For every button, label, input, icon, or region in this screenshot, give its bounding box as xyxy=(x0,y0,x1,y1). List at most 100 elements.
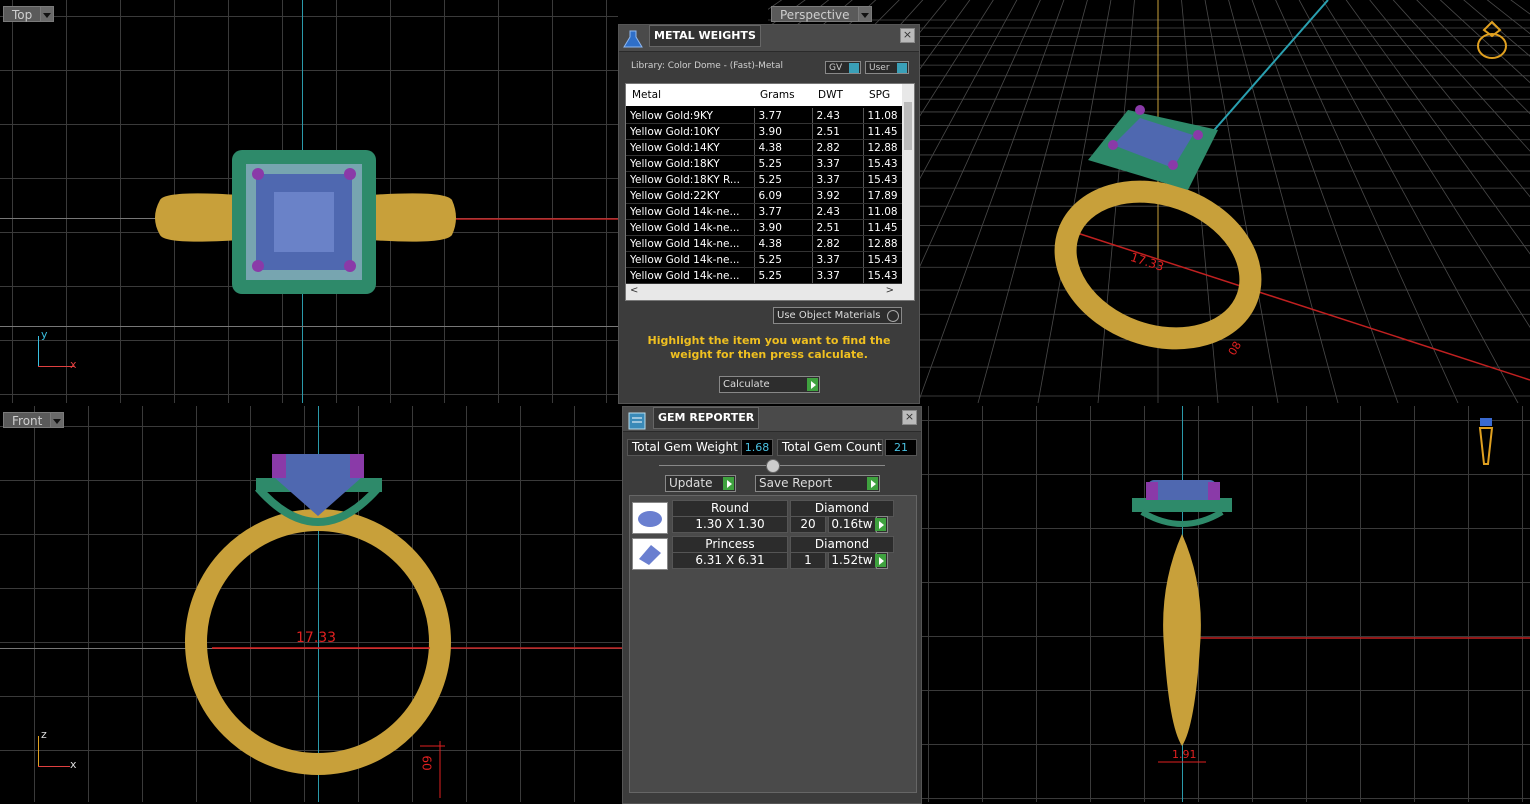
table-cell: 12.88 xyxy=(863,235,903,252)
viewport-label-front[interactable]: Front xyxy=(3,412,65,428)
gem-count: 1 xyxy=(790,552,826,569)
table-cell: 2.82 xyxy=(812,235,864,252)
table-cell: 4.38 xyxy=(754,235,813,252)
chevron-down-icon[interactable] xyxy=(858,6,872,22)
close-icon[interactable]: × xyxy=(900,28,915,43)
vertical-scrollbar[interactable] xyxy=(902,84,914,284)
dimension-label: 1.91 xyxy=(1172,748,1197,761)
metal-rows: Yellow Gold:9KY 3.77 2.43 11.08 Yellow Gold:… xyxy=(626,108,903,284)
viewport-top[interactable]: Top y x xyxy=(0,0,618,403)
table-row[interactable]: Yellow Gold:18KY R... 5.25 3.37 15.43 xyxy=(626,171,903,188)
column-header-dwt[interactable]: DWT xyxy=(818,89,843,101)
table-row[interactable]: Yellow Gold 14k-ne... 3.90 2.51 11.45 xyxy=(626,219,903,236)
table-row[interactable]: Yellow Gold 14k-ne... 4.38 2.82 12.88 xyxy=(626,235,903,252)
table-cell: Yellow Gold:14KY xyxy=(626,139,755,156)
viewport-side[interactable]: 1.91 xyxy=(920,406,1530,802)
gem-size: 1.30 X 1.30 xyxy=(672,516,788,533)
horizontal-scrollbar[interactable]: < > xyxy=(626,284,914,300)
table-cell: Yellow Gold:10KY xyxy=(626,123,755,140)
axis-gizmo-top: y x xyxy=(36,328,80,372)
table-cell: 11.08 xyxy=(863,203,903,220)
gem-material: Diamond xyxy=(790,536,894,553)
metal-weights-titlebar[interactable]: METAL WEIGHTS × xyxy=(619,25,919,52)
table-row[interactable]: Yellow Gold:9KY 3.77 2.43 11.08 xyxy=(626,108,903,124)
viewport-front[interactable]: Front 17.33 09 z x xyxy=(0,406,622,802)
table-header: Metal Grams DWT SPG xyxy=(626,84,902,106)
gem-weight: 1.52tw xyxy=(828,552,876,569)
gem-list: Round Diamond 1.30 X 1.30 20 0.16tw Prin… xyxy=(629,495,917,793)
table-row[interactable]: Yellow Gold:14KY 4.38 2.82 12.88 xyxy=(626,139,903,156)
table-cell: 3.37 xyxy=(812,267,864,284)
table-row[interactable]: Yellow Gold:18KY 5.25 3.37 15.43 xyxy=(626,155,903,172)
table-row[interactable]: Yellow Gold 14k-ne... 3.77 2.43 11.08 xyxy=(626,203,903,220)
table-cell: 4.38 xyxy=(754,139,813,156)
instruction-text: Highlight the item you want to find the … xyxy=(647,334,891,361)
table-cell: 3.92 xyxy=(812,187,864,204)
panel-title: METAL WEIGHTS xyxy=(649,25,761,47)
gem-size: 6.31 X 6.31 xyxy=(672,552,788,569)
ring-icon[interactable] xyxy=(1474,20,1510,62)
table-cell: 6.09 xyxy=(754,187,813,204)
table-cell: Yellow Gold:18KY xyxy=(626,155,755,172)
total-gem-count-value: 21 xyxy=(885,439,917,456)
gem-reporter-titlebar[interactable]: GEM REPORTER × xyxy=(623,407,921,432)
use-object-materials-toggle[interactable]: Use Object Materials xyxy=(773,307,902,324)
table-cell: 3.90 xyxy=(754,123,813,140)
user-toggle[interactable]: User xyxy=(865,61,909,74)
table-cell: Yellow Gold 14k-ne... xyxy=(626,267,755,284)
total-gem-weight-value: 1.68 xyxy=(741,439,773,456)
dimension-label: 09 xyxy=(420,755,435,771)
table-cell: 3.37 xyxy=(812,155,864,172)
update-button[interactable]: Update xyxy=(665,475,736,492)
gem-row[interactable]: Princess Diamond 6.31 X 6.31 1 1.52tw xyxy=(632,536,896,570)
ring-top-render xyxy=(155,150,618,294)
collapse-icon[interactable] xyxy=(766,459,780,473)
gem-material: Diamond xyxy=(790,500,894,517)
table-cell: 5.25 xyxy=(754,171,813,188)
gem-go-button[interactable] xyxy=(875,552,888,569)
table-cell: 15.43 xyxy=(863,155,903,172)
gv-toggle[interactable]: GV xyxy=(825,61,861,74)
close-icon[interactable]: × xyxy=(902,410,917,425)
table-row[interactable]: Yellow Gold:22KY 6.09 3.92 17.89 xyxy=(626,187,903,204)
gem-reporter-panel: GEM REPORTER × Total Gem Weight 1.68 Tot… xyxy=(622,406,922,804)
viewport-label-perspective[interactable]: Perspective xyxy=(771,6,872,22)
axis-gizmo-front: z x xyxy=(36,728,80,772)
column-header-metal[interactable]: Metal xyxy=(632,89,661,101)
table-cell: 17.89 xyxy=(863,187,903,204)
gem-shape: Round xyxy=(672,500,788,517)
column-header-spg[interactable]: SPG xyxy=(869,89,890,101)
table-cell: 11.45 xyxy=(863,123,903,140)
table-cell: 15.43 xyxy=(863,251,903,268)
gem-shape: Princess xyxy=(672,536,788,553)
calculate-button[interactable]: Calculate xyxy=(719,376,820,393)
gem-row[interactable]: Round Diamond 1.30 X 1.30 20 0.16tw xyxy=(632,500,896,534)
chevron-down-icon[interactable] xyxy=(41,6,55,22)
ring-front-render xyxy=(185,454,622,798)
princess-diamond-icon xyxy=(632,538,668,570)
table-row[interactable]: Yellow Gold:10KY 3.90 2.51 11.45 xyxy=(626,123,903,140)
round-diamond-icon xyxy=(632,502,668,534)
viewport-label-top[interactable]: Top xyxy=(3,6,55,22)
table-cell: 3.77 xyxy=(754,203,813,220)
column-header-grams[interactable]: Grams xyxy=(760,89,795,101)
total-gem-weight-label: Total Gem Weight xyxy=(627,439,743,456)
table-cell: Yellow Gold:9KY xyxy=(626,108,755,124)
panel-title: GEM REPORTER xyxy=(653,407,760,429)
table-row[interactable]: Yellow Gold 14k-ne... 5.25 3.37 15.43 xyxy=(626,251,903,268)
chevron-down-icon[interactable] xyxy=(51,412,65,428)
tool-icon[interactable] xyxy=(1476,416,1496,468)
table-cell: 12.88 xyxy=(863,139,903,156)
table-row[interactable]: Yellow Gold 14k-ne... 5.25 3.37 15.43 xyxy=(626,267,903,284)
gem-go-button[interactable] xyxy=(875,516,888,533)
table-cell: 3.90 xyxy=(754,219,813,236)
table-cell: 2.43 xyxy=(812,108,864,124)
table-cell: 3.37 xyxy=(812,251,864,268)
total-gem-count-label: Total Gem Count xyxy=(777,439,883,456)
save-report-button[interactable]: Save Report xyxy=(755,475,880,492)
table-cell: 15.43 xyxy=(863,267,903,284)
metal-table[interactable]: Metal Grams DWT SPG Yellow Gold:9KY 3.77 2… xyxy=(625,83,915,301)
table-cell: 2.51 xyxy=(812,123,864,140)
table-cell: Yellow Gold 14k-ne... xyxy=(626,235,755,252)
dimension-label: 17.33 xyxy=(296,630,337,646)
